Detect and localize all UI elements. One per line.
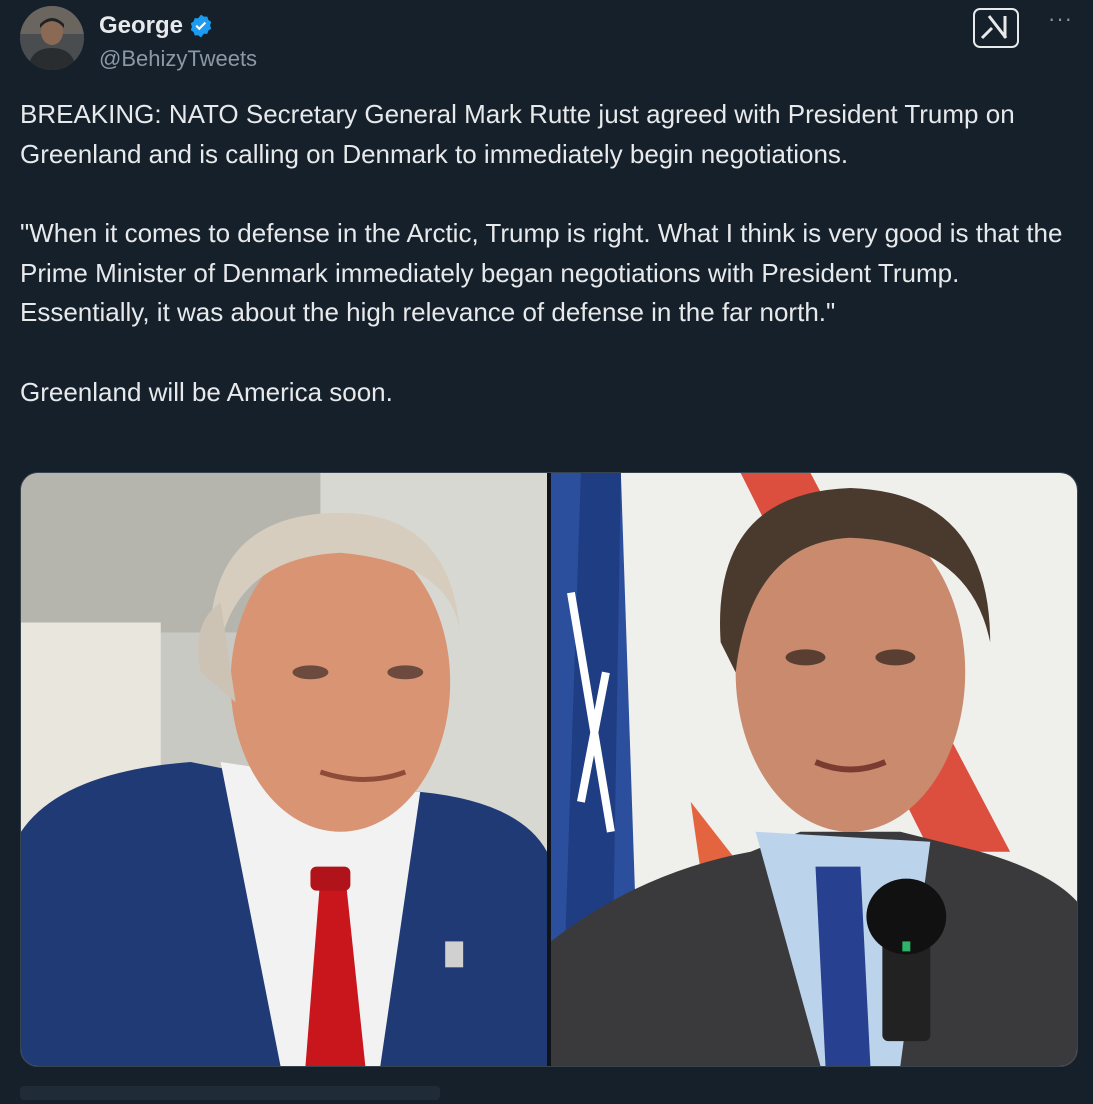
- photo-rutte[interactable]: [551, 473, 1077, 1066]
- user-avatar-icon: [20, 6, 84, 70]
- photo-trump[interactable]: [21, 473, 547, 1066]
- portrait-right-image: [551, 473, 1077, 1066]
- verified-badge-icon: [190, 14, 212, 38]
- next-tweet-preview: [20, 1086, 440, 1100]
- grok-icon: [980, 15, 1008, 40]
- grok-button[interactable]: [973, 8, 1019, 48]
- tweet-paragraph: Greenland will be America soon.: [20, 376, 393, 407]
- author-avatar[interactable]: [20, 6, 84, 70]
- tweet-paragraph: BREAKING: NATO Secretary General Mark Ru…: [20, 99, 1015, 169]
- more-options-icon[interactable]: ···: [1048, 6, 1073, 32]
- portrait-left-image: [21, 473, 547, 1066]
- author-name-row: George: [99, 12, 214, 40]
- tweet-header: George @BehizyTweets ···: [20, 6, 1073, 78]
- author-display-name[interactable]: George: [99, 12, 183, 40]
- author-handle[interactable]: @BehizyTweets: [99, 46, 257, 72]
- tweet-paragraph: "When it comes to defense in the Arctic,…: [20, 218, 1063, 327]
- tweet-media: [20, 472, 1078, 1067]
- tweet-body: BREAKING: NATO Secretary General Mark Ru…: [20, 95, 1080, 452]
